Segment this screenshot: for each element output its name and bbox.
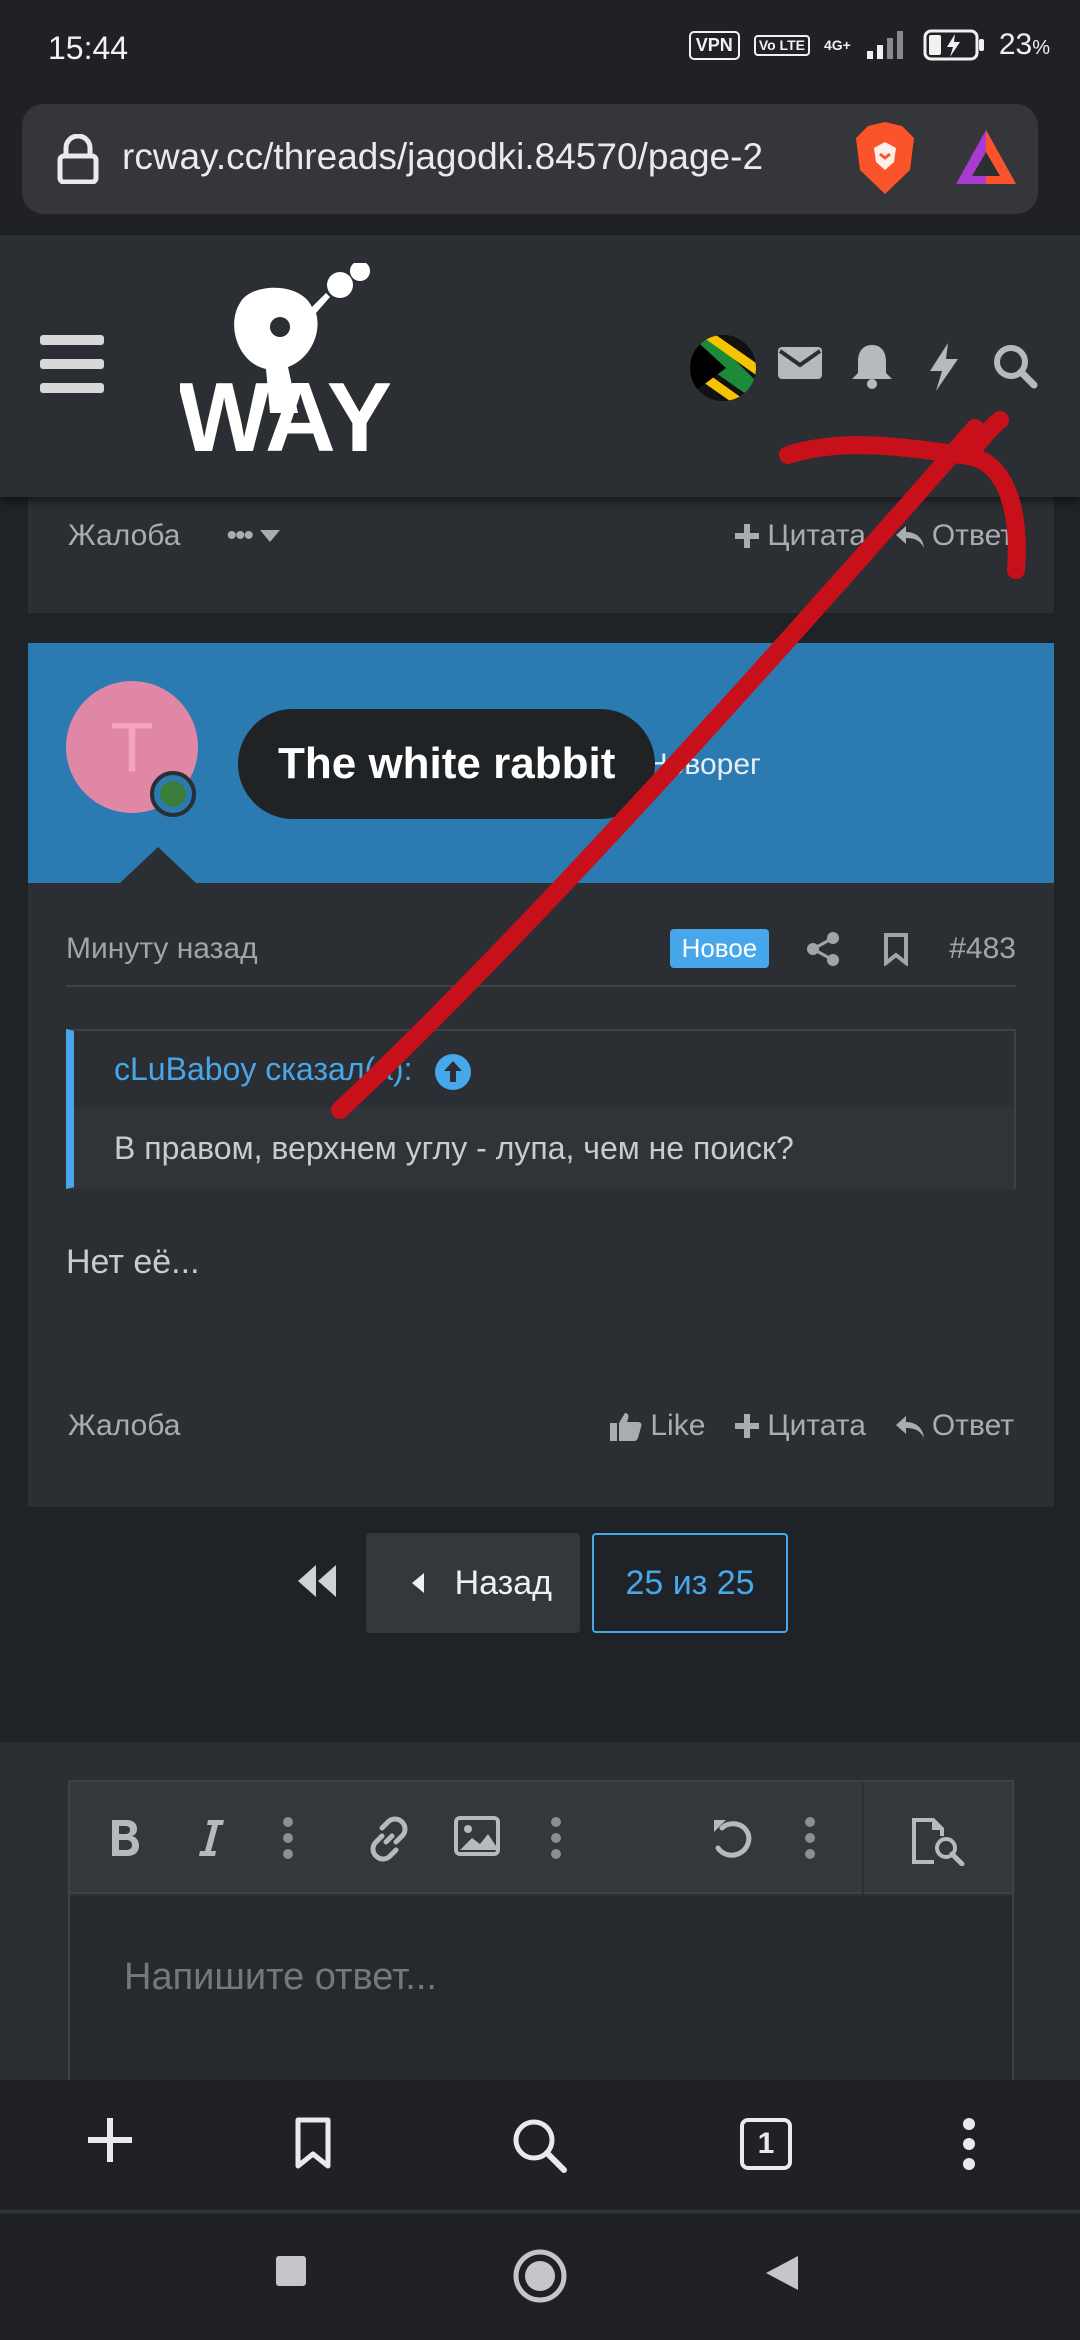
post-card: T Новорег The white rabbit Минуту назад …	[28, 643, 1054, 1507]
home-icon[interactable]	[512, 2248, 568, 2304]
quote-block: cLuBaboy сказал(а): В правом, верхнем уг…	[66, 1029, 1016, 1189]
prev-page-button[interactable]: Назад	[366, 1533, 580, 1633]
go-to-quote-icon[interactable]	[435, 1053, 472, 1090]
quote-author[interactable]: cLuBaboy сказал(а):	[114, 1051, 413, 1087]
reply-label: Ответ	[931, 1409, 1014, 1442]
toolbar-separator	[862, 1782, 864, 1894]
previous-post-footer: Жалоба ••• Цитата Ответ	[28, 497, 1054, 613]
reply-button[interactable]: Ответ	[895, 1409, 1014, 1443]
thumbs-up-icon	[610, 1413, 642, 1441]
svg-text:WAY: WAY	[180, 362, 390, 472]
italic-icon[interactable]	[196, 1816, 226, 1860]
pagination: Назад 25 из 25	[0, 1533, 1080, 1633]
battery-icon	[923, 29, 984, 61]
post-meta: Минуту назад Новое #483	[66, 929, 1016, 968]
band-notch	[120, 847, 196, 883]
battery-level: 23%	[999, 28, 1050, 62]
quote-label: Цитата	[767, 519, 866, 552]
divider	[66, 985, 1016, 987]
reply-label: Ответ	[931, 519, 1014, 552]
new-badge: Новое	[669, 929, 770, 968]
reply-placeholder: Напишите ответ...	[124, 1956, 437, 1998]
link-icon[interactable]	[366, 1816, 412, 1862]
preview-icon[interactable]	[910, 1816, 966, 1866]
status-bar: 15:44 VPN Vo LTE 4G+ 23%	[0, 0, 1080, 100]
more-history-options-icon[interactable]	[804, 1816, 816, 1860]
status-icons: VPN Vo LTE 4G+ 23%	[688, 28, 1050, 62]
plus-icon	[735, 1414, 760, 1438]
post-time[interactable]: Минуту назад	[66, 932, 258, 966]
report-link[interactable]: Жалоба	[68, 519, 180, 553]
post-user-band: T Новорег The white rabbit	[28, 643, 1054, 883]
quote-button[interactable]: Цитата	[735, 1409, 866, 1443]
battery-unit: %	[1032, 37, 1050, 59]
user-title: Новорег	[646, 748, 761, 781]
new-tab-icon[interactable]	[86, 2116, 134, 2164]
username[interactable]: The white rabbit	[238, 709, 656, 819]
quote-text: В правом, верхнем углу - лупа, чем не по…	[74, 1107, 1014, 1189]
recents-icon[interactable]	[274, 2254, 308, 2288]
more-menu[interactable]: •••	[226, 519, 280, 553]
lock-icon[interactable]	[56, 134, 100, 184]
reply-icon	[895, 526, 924, 548]
plus-icon	[735, 524, 760, 548]
network-type: 4G+	[823, 37, 851, 53]
tab-switcher-button[interactable]: 1	[740, 2118, 792, 2170]
search-icon[interactable]	[510, 2116, 568, 2174]
overflow-menu-icon[interactable]	[962, 2116, 976, 2172]
caret-down-icon	[259, 530, 280, 542]
search-icon[interactable]	[992, 343, 1038, 389]
like-button[interactable]: Like	[610, 1409, 705, 1443]
signal-icon	[866, 31, 903, 59]
undo-icon[interactable]	[710, 1816, 754, 1860]
post-actions: Жалоба Like Цитата Ответ	[68, 1409, 1014, 1443]
bookmarks-icon[interactable]	[294, 2116, 332, 2170]
more-text-options-icon[interactable]	[282, 1816, 294, 1860]
share-icon[interactable]	[807, 931, 841, 966]
post-body: Нет её...	[66, 1243, 200, 1281]
site-logo[interactable]: WAY	[180, 263, 390, 483]
profile-avatar[interactable]	[690, 335, 756, 401]
online-status-icon	[150, 771, 196, 817]
messages-icon[interactable]	[776, 343, 824, 383]
editor-toolbar	[70, 1782, 1012, 1894]
address-bar[interactable]: rcway.cc/threads/jagodki.84570/page-2	[22, 104, 1038, 214]
previous-post-actions: Жалоба ••• Цитата Ответ	[68, 519, 1014, 553]
brave-shields-icon[interactable]	[852, 120, 918, 196]
more-dots: •••	[226, 519, 253, 552]
reply-button[interactable]: Ответ	[895, 519, 1014, 553]
status-time: 15:44	[48, 30, 129, 66]
lightning-icon[interactable]	[926, 343, 962, 391]
current-page-indicator[interactable]: 25 из 25	[592, 1533, 788, 1633]
brave-rewards-icon[interactable]	[954, 126, 1018, 190]
more-insert-options-icon[interactable]	[550, 1816, 562, 1860]
url-text[interactable]: rcway.cc/threads/jagodki.84570/page-2	[122, 136, 763, 178]
like-label: Like	[650, 1409, 706, 1442]
reply-icon	[895, 1416, 924, 1438]
bell-icon[interactable]	[850, 343, 894, 389]
report-link[interactable]: Жалоба	[68, 1409, 180, 1443]
system-nav-bar	[0, 2214, 1080, 2340]
menu-icon[interactable]	[40, 335, 104, 393]
volte-icon: Vo LTE	[753, 34, 810, 56]
browser-toolbar: rcway.cc/threads/jagodki.84570/page-2	[0, 100, 1080, 235]
battery-pct: 23	[998, 28, 1033, 61]
bookmark-icon[interactable]	[883, 932, 909, 966]
quote-header[interactable]: cLuBaboy сказал(а):	[74, 1031, 1014, 1107]
quote-label: Цитата	[767, 1409, 866, 1442]
browser-bottom-bar: 1	[0, 2080, 1080, 2212]
bold-icon[interactable]	[108, 1816, 142, 1860]
post-number[interactable]: #483	[949, 932, 1016, 966]
forum-header: WAY	[0, 235, 1080, 497]
first-page-icon[interactable]	[296, 1563, 338, 1599]
image-icon[interactable]	[454, 1816, 500, 1856]
back-icon[interactable]	[764, 2254, 800, 2292]
vpn-icon: VPN	[688, 30, 740, 60]
quote-button[interactable]: Цитата	[735, 519, 866, 553]
